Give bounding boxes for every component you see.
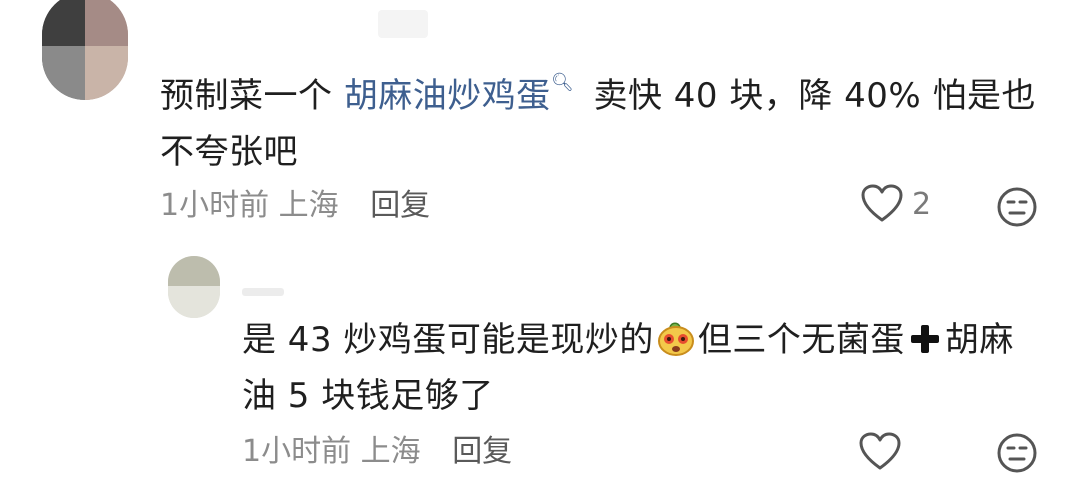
- plus-icon: [909, 323, 941, 355]
- reply-like-button[interactable]: [858, 432, 902, 472]
- reply-button[interactable]: 回复: [370, 188, 430, 223]
- reply-reply-button[interactable]: 回复: [452, 434, 512, 469]
- reply-meta: 1小时前 上海 回复: [242, 432, 512, 472]
- commenter-name-blurred: [378, 10, 428, 38]
- search-link[interactable]: 胡麻油炒鸡蛋🔍︎: [344, 72, 582, 116]
- like-count: 2: [912, 186, 932, 222]
- reply-text-part1: 是 43 炒鸡蛋可能是现炒的: [242, 320, 654, 360]
- replier-name-blurred: [242, 288, 284, 296]
- reply-body: 是 43 炒鸡蛋可能是现炒的 但三个无菌蛋 胡麻油 5 块钱足够了: [242, 312, 1042, 424]
- comment-meta: 1小时前 上海 回复: [160, 186, 430, 226]
- heart-icon[interactable]: [860, 184, 904, 224]
- comment-text-start: 预制菜一个: [160, 76, 344, 116]
- comment-time: 1小时前: [160, 188, 270, 223]
- neutral-face-icon[interactable]: [996, 432, 1038, 474]
- neutral-face-icon[interactable]: [996, 186, 1038, 228]
- search-link-text[interactable]: 胡麻油炒鸡蛋: [344, 76, 551, 116]
- reply-location: 上海: [360, 434, 421, 469]
- comment-location: 上海: [278, 188, 339, 223]
- reply-time: 1小时前: [242, 434, 352, 469]
- search-icon: 🔍︎: [550, 72, 575, 93]
- emoji-sticker: [657, 322, 694, 356]
- comment-body: 预制菜一个 胡麻油炒鸡蛋🔍︎ 卖快 40 块，降 40% 怕是也不夸张吧: [160, 68, 1040, 180]
- heart-icon[interactable]: [858, 432, 902, 472]
- replier-avatar[interactable]: [168, 256, 220, 318]
- like-button[interactable]: 2: [860, 184, 931, 224]
- reply-text-part2: 但三个无菌蛋: [697, 320, 905, 360]
- commenter-avatar[interactable]: [42, 0, 128, 100]
